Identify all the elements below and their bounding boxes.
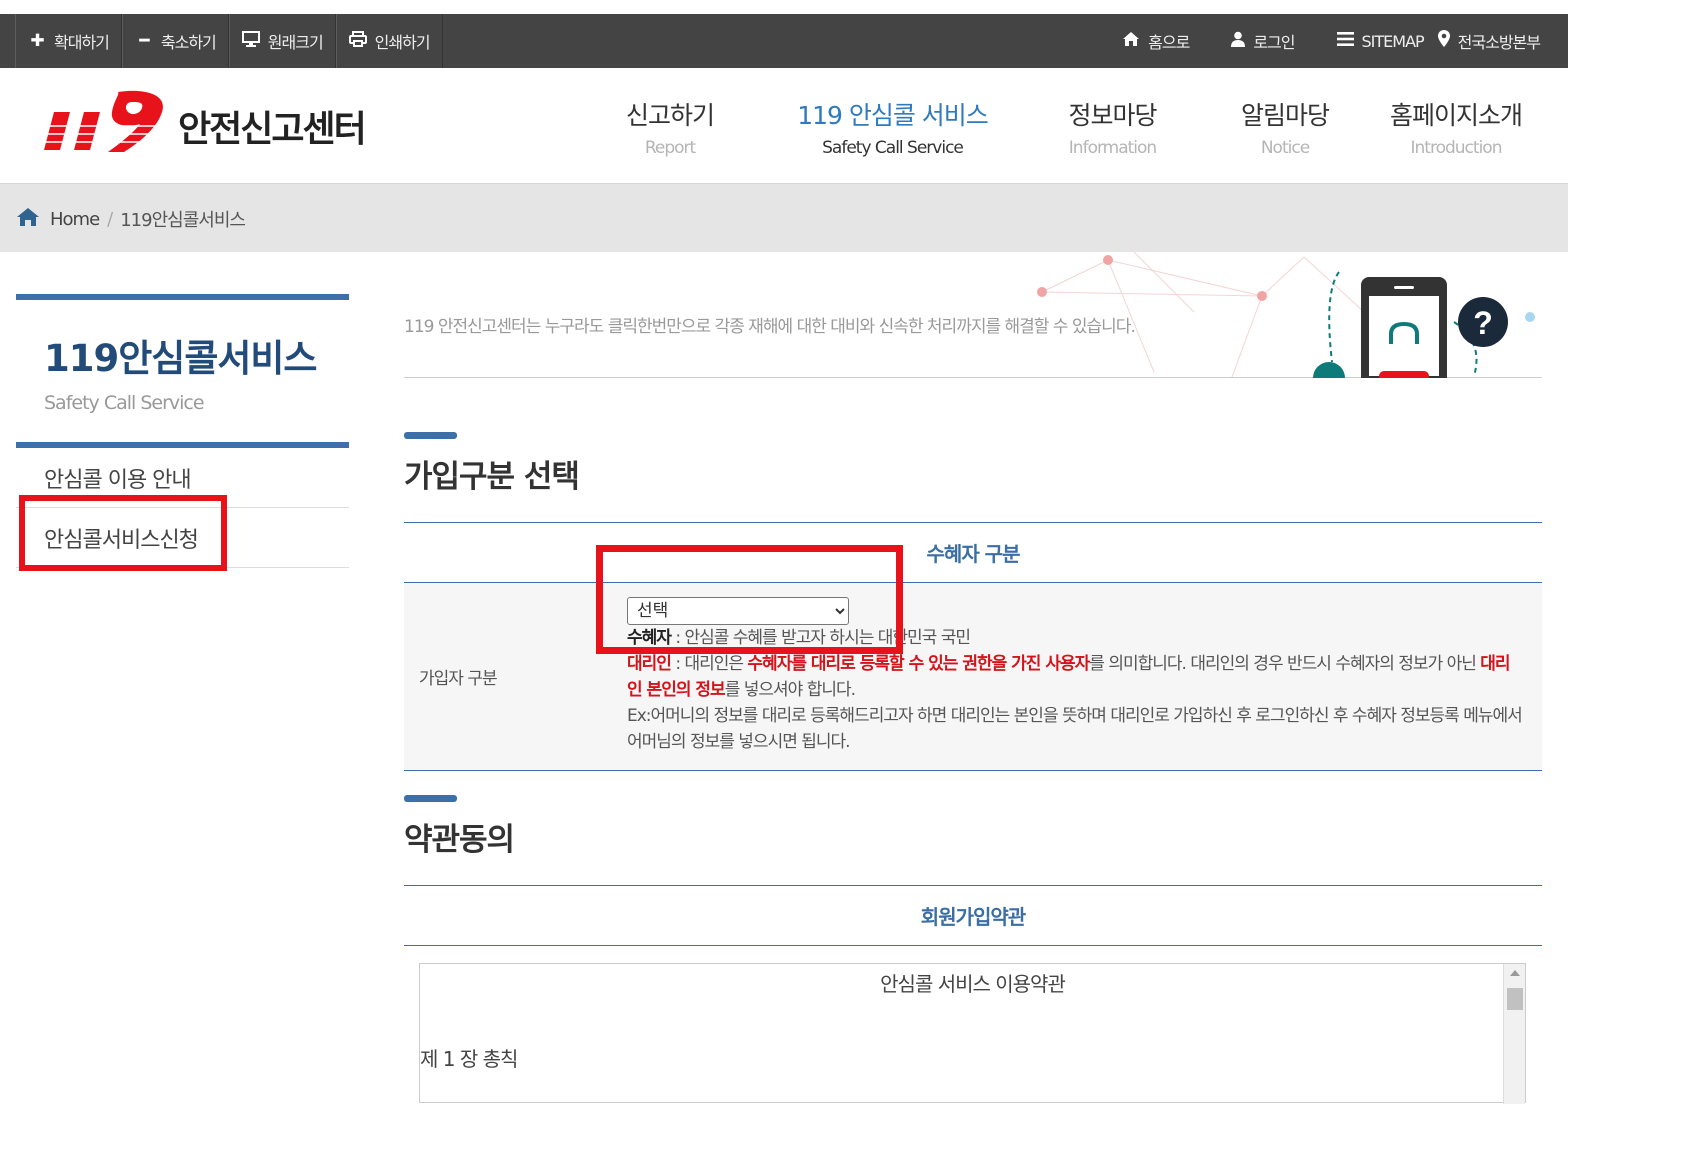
- agent-description: 대리인 : 대리인은 수혜자를 대리로 등록할 수 있는 권한을 가진 사용자를…: [627, 651, 1522, 703]
- nav-notice-sub: Notice: [1260, 138, 1310, 158]
- safety-call-illustration: ?: [1037, 252, 1535, 378]
- highlight-box-select: [596, 545, 903, 654]
- main-content: 119 안전신고센터는 누구라도 클릭한번만으로 각종 재해에 대한 대비와 신…: [404, 252, 1542, 1104]
- example-description: Ex:어머니의 정보를 대리로 등록해드리고자 하면 대리인는 본인을 뜻하며 …: [627, 706, 1523, 752]
- terms-chapter: 제 1 장 총칙: [420, 1047, 518, 1071]
- section-title-accent: [404, 795, 457, 802]
- nav-notice-label: 알림마당: [1240, 101, 1330, 130]
- home-icon[interactable]: [16, 207, 40, 232]
- nav-report[interactable]: 신고하기 Report: [620, 96, 720, 158]
- breadcrumb-separator: /: [107, 208, 113, 230]
- nav-introduction-sub: Introduction: [1410, 138, 1503, 158]
- zoom-out-label: 축소하기: [160, 33, 217, 52]
- home-link[interactable]: 홈으로: [1122, 29, 1190, 53]
- plus-icon: ✚: [30, 31, 44, 51]
- zoom-in-label: 확대하기: [54, 33, 110, 52]
- scroll-thumb[interactable]: [1507, 988, 1523, 1010]
- terms-scrollbar[interactable]: [1503, 964, 1525, 1104]
- table-header: 수혜자 구분: [404, 523, 1542, 583]
- nav-introduction-label: 홈페이지소개: [1389, 101, 1523, 130]
- minus-icon: ━: [139, 31, 149, 51]
- utility-links: 홈으로 로그인 SITEMAP 전국소방본부: [1122, 14, 1541, 68]
- user-icon: [1231, 31, 1246, 52]
- zoom-in-button[interactable]: ✚ 확대하기: [15, 14, 122, 68]
- nav-information[interactable]: 정보마당 Information: [1055, 96, 1170, 158]
- terms-textbox[interactable]: 안심콜 서비스 이용약관 제 1 장 총칙: [419, 963, 1526, 1104]
- main-nav: 신고하기 Report 119 안심콜 서비스 Safety Call Serv…: [0, 96, 1568, 166]
- breadcrumb-bar: Home / 119안심콜서비스: [0, 184, 1568, 252]
- fire-hq-link-label: 전국소방본부: [1457, 33, 1541, 52]
- location-pin-icon: [1437, 30, 1450, 52]
- reset-zoom-label: 원래크기: [267, 33, 324, 52]
- row-label: 가입자 구분: [419, 669, 498, 689]
- sitemap-link-label: SITEMAP: [1361, 31, 1425, 51]
- nav-report-label: 신고하기: [625, 101, 715, 130]
- terms-title: 안심콜 서비스 이용약관: [880, 972, 1066, 996]
- zoom-tools: ✚ 확대하기 ━ 축소하기 원래크기 인쇄하기: [15, 14, 443, 68]
- login-link[interactable]: 로그인: [1231, 29, 1296, 53]
- section-terms-agreement: 약관동의: [404, 795, 1542, 859]
- sidebar-subtitle: Safety Call Service: [44, 392, 205, 414]
- svg-text:?: ?: [1473, 305, 1493, 341]
- printer-icon: [348, 30, 367, 52]
- nav-information-sub: Information: [1068, 138, 1157, 158]
- sitemap-link[interactable]: SITEMAP: [1336, 31, 1425, 51]
- agent-text-mid: : 대리인은: [670, 654, 748, 674]
- agent-text-emphasis: 수혜자를 대리로 등록할 수 있는 권한을 가진 사용자: [747, 654, 1090, 674]
- menu-icon: [1336, 31, 1354, 51]
- sidebar-item-label: 안심콜 이용 안내: [44, 467, 192, 493]
- home-icon: [1122, 31, 1140, 52]
- nav-safety-call-sub: Safety Call Service: [822, 138, 964, 158]
- breadcrumb: Home / 119안심콜서비스: [16, 206, 246, 232]
- nav-safety-call-label: 119 안심콜 서비스: [797, 101, 989, 130]
- scroll-up-icon[interactable]: [1510, 970, 1520, 976]
- print-button[interactable]: 인쇄하기: [335, 14, 443, 68]
- sidebar-top-bar: [16, 294, 349, 300]
- nav-notice[interactable]: 알림마당 Notice: [1230, 96, 1340, 158]
- membership-type-table: 수혜자 구분 가입자 구분 선택 수혜자 : 안심콜 수혜를 받고자 하시는 대…: [404, 522, 1542, 771]
- agent-text-rest: 를 의미합니다. 대리인의 경우 반드시 수혜자의 정보가 아닌: [1089, 654, 1481, 674]
- print-label: 인쇄하기: [374, 33, 431, 52]
- nav-report-sub: Report: [644, 138, 696, 158]
- section-membership-type: 가입구분 선택: [404, 432, 1542, 496]
- nav-information-label: 정보마당: [1068, 101, 1157, 130]
- sidebar-title: 119안심콜서비스: [44, 337, 317, 380]
- agent-term: 대리인: [627, 654, 672, 674]
- nav-safety-call[interactable]: 119 안심콜 서비스 Safety Call Service: [790, 96, 995, 158]
- agent-info-rest: 를 넣으셔야 합니다.: [724, 680, 856, 700]
- highlight-box-sidebar: [19, 495, 227, 571]
- section-title-accent: [404, 432, 457, 439]
- zoom-out-button[interactable]: ━ 축소하기: [121, 14, 229, 68]
- fire-hq-link[interactable]: 전국소방본부: [1437, 29, 1541, 53]
- utility-bar: ✚ 확대하기 ━ 축소하기 원래크기 인쇄하기 홈으로 로그인 SITEMAP …: [0, 14, 1568, 68]
- reset-zoom-button[interactable]: 원래크기: [228, 14, 336, 68]
- table-header: 회원가입약관: [404, 886, 1542, 946]
- home-link-label: 홈으로: [1148, 33, 1190, 52]
- intro-banner: 119 안전신고센터는 누구라도 클릭한번만으로 각종 재해에 대한 대비와 신…: [404, 252, 1542, 378]
- section-title: 가입구분 선택: [404, 459, 580, 495]
- login-link-label: 로그인: [1253, 33, 1295, 52]
- terms-table: 회원가입약관 안심콜 서비스 이용약관 제 1 장 총칙: [404, 885, 1542, 1104]
- section-title: 약관동의: [404, 822, 515, 858]
- nav-introduction[interactable]: 홈페이지소개 Introduction: [1380, 96, 1532, 158]
- breadcrumb-current: 119안심콜서비스: [120, 210, 246, 231]
- site-header: 안전신고센터 신고하기 Report 119 안심콜 서비스 Safety Ca…: [0, 68, 1568, 184]
- breadcrumb-home[interactable]: Home: [50, 209, 100, 230]
- table-row: 가입자 구분 선택 수혜자 : 안심콜 수혜를 받고자 하시는 대한민국 국민 …: [404, 583, 1542, 771]
- monitor-icon: [241, 30, 260, 52]
